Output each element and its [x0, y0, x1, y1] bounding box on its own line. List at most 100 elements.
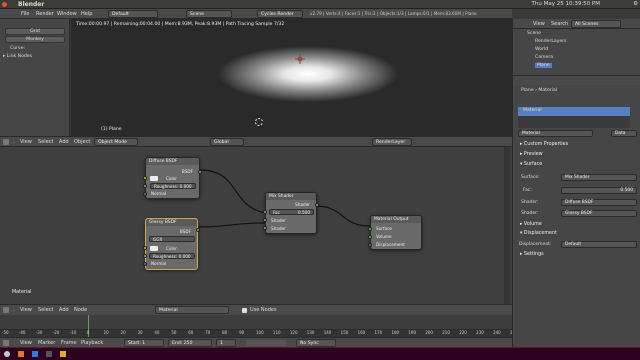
vp-menu-add[interactable]: Add [59, 139, 69, 145]
mix-fac-socket[interactable] [263, 210, 267, 214]
outliner-camera[interactable]: Camera [535, 55, 553, 60]
timeline-type-icon[interactable] [3, 340, 9, 346]
glossy-roughness-field[interactable]: Roughness: 0.000 [149, 253, 195, 259]
custom-properties-panel[interactable]: ▸ Custom Properties [515, 142, 639, 150]
scene-selector[interactable]: Scene [186, 10, 232, 18]
ne-menu-view[interactable]: View [20, 307, 32, 313]
material-slot-list[interactable] [518, 116, 630, 128]
outliner-menu-view[interactable]: View [533, 21, 545, 27]
use-nodes-checkbox[interactable] [242, 308, 247, 313]
displacement-field[interactable]: Default [561, 241, 637, 248]
diffuse-bsdf-output-socket[interactable] [198, 170, 202, 174]
vp-menu-view[interactable]: View [20, 139, 32, 145]
dash-icon[interactable] [4, 351, 10, 357]
glossy-distribution-dropdown[interactable]: GGX [149, 236, 195, 242]
tl-menu-view[interactable]: View [20, 340, 32, 346]
settings-icon[interactable]: ⚙ [633, 1, 638, 7]
output-volume-socket[interactable] [368, 235, 372, 239]
files-icon[interactable] [32, 351, 38, 357]
material-link-data[interactable]: Data [611, 130, 637, 137]
vp-menu-select[interactable]: Select [38, 139, 53, 145]
material-datablock[interactable]: Material [155, 306, 229, 314]
volume-panel[interactable]: ▸ Volume [515, 222, 639, 230]
render-layer-selector[interactable]: RenderLayer [372, 138, 412, 146]
glossy-normal-socket[interactable] [143, 262, 147, 266]
ne-menu-add[interactable]: Add [59, 307, 69, 313]
outliner-world[interactable]: World [535, 47, 548, 52]
orientation-selector[interactable]: Global [210, 138, 244, 146]
mode-selector[interactable]: Object Mode [94, 138, 138, 146]
3d-viewport[interactable]: Time:00:00.97 | Remaining:00:04.00 | Mem… [71, 19, 512, 136]
firefox-icon[interactable] [18, 351, 24, 357]
ne-menu-node[interactable]: Node [74, 307, 87, 313]
outliner-scene[interactable]: Scene [527, 31, 541, 36]
glossy-color-swatch[interactable] [150, 246, 158, 251]
glossy-bsdf-output-socket[interactable] [196, 228, 200, 232]
diffuse-roughness-socket[interactable] [143, 184, 147, 188]
add-monkey-button[interactable]: Monkey [5, 36, 65, 43]
material-name-field[interactable]: Material [518, 130, 593, 137]
link-nodes-panel[interactable]: ▸ Link Nodes [3, 54, 32, 59]
diffuse-roughness-field[interactable]: Roughness: 0.000 [150, 183, 196, 189]
vp-menu-object[interactable]: Object [74, 139, 90, 145]
menu-window[interactable]: Window [57, 11, 77, 17]
timeline[interactable]: -50 -40 -30 -20 -10 0 10 20 30 40 50 60 70 80 90 100 110… [0, 315, 518, 337]
terminal-icon[interactable] [46, 351, 52, 357]
displacement-panel[interactable]: ▾ Displacement [515, 231, 639, 239]
mix-fac-field[interactable]: Fac 0.500 [269, 209, 314, 215]
menu-file[interactable]: File [21, 11, 29, 17]
mix-shader-node[interactable]: Mix Shader Shader Fac 0.500 Shader Shader [263, 192, 319, 234]
close-window-icon[interactable] [2, 2, 7, 7]
output-surface-socket[interactable] [368, 227, 372, 231]
layout-selector[interactable]: Default [108, 10, 158, 18]
glossy-bsdf-node[interactable]: Glossy BSDF BSDF GGX Color Roughness: 0.… [143, 218, 200, 270]
outliner-plane[interactable]: Plane [535, 63, 552, 68]
diffuse-bsdf-node[interactable]: Diffuse BSDF BSDF Color Roughness: 0.000… [143, 157, 202, 199]
material-output-node[interactable]: Material Output Surface Volume Displacem… [368, 215, 422, 250]
node-editor-scrollbar[interactable] [504, 147, 510, 304]
3d-cursor-icon[interactable] [254, 117, 264, 127]
shader1-field[interactable]: Diffuse BSDF [561, 199, 637, 206]
surface-shader-field[interactable]: Mix Shader [561, 174, 637, 181]
preview-panel[interactable]: ▸ Preview [515, 152, 639, 160]
render-engine-selector[interactable]: Cycles Render [257, 10, 303, 18]
diffuse-color-swatch[interactable] [150, 176, 158, 181]
timeline-tick: 220 [459, 330, 467, 335]
outliner-filter[interactable]: All Scenes [571, 20, 621, 28]
shader2-field[interactable]: Glossy BSDF [561, 210, 637, 217]
current-frame-field[interactable]: 1 [216, 339, 236, 347]
tl-menu-playback[interactable]: Playback [81, 340, 103, 346]
surface-panel[interactable]: ▾ Surface [515, 162, 639, 170]
properties-tabs[interactable] [513, 75, 640, 85]
tl-menu-frame[interactable]: Frame [61, 340, 77, 346]
ne-menu-select[interactable]: Select [38, 307, 53, 313]
editor-type-icon[interactable] [3, 139, 9, 145]
start-frame-field[interactable]: Start: 1 [124, 339, 164, 347]
outliner-menu-search[interactable]: Search [551, 21, 568, 27]
start-frame-value: 1 [142, 341, 146, 346]
mix-shader2-socket[interactable] [263, 226, 267, 230]
settings-panel[interactable]: ▸ Settings [515, 252, 639, 260]
menu-help[interactable]: Help [81, 11, 92, 17]
system-clock[interactable]: Thu May 25 10:39:50 PM [532, 1, 600, 7]
menu-render[interactable]: Render [36, 11, 54, 17]
blender-icon[interactable] [60, 351, 66, 357]
tl-menu-marker[interactable]: Marker [38, 340, 55, 346]
mix-shader1-socket[interactable] [263, 218, 267, 222]
outliner-renderlayers[interactable]: RenderLayers [535, 39, 567, 44]
fac-field[interactable]: 0.500 [561, 187, 637, 194]
lamp-icon[interactable] [295, 54, 305, 64]
mix-shader-output-socket[interactable] [315, 203, 319, 207]
node-editor-type-icon[interactable] [3, 307, 9, 313]
add-grid-button[interactable]: Grid [5, 28, 65, 35]
node-editor[interactable]: Diffuse BSDF BSDF Color Roughness: 0.000… [0, 147, 512, 304]
glossy-color-socket[interactable] [143, 246, 147, 250]
glossy-roughness-socket[interactable] [143, 254, 147, 258]
end-frame-field[interactable]: End: 250 [168, 339, 212, 347]
diffuse-color-socket[interactable] [143, 176, 147, 180]
diffuse-normal-socket[interactable] [143, 192, 147, 196]
output-displacement-socket[interactable] [368, 243, 372, 247]
material-slot[interactable]: Material [518, 107, 630, 116]
playback-controls[interactable] [246, 340, 286, 346]
sync-mode-selector[interactable]: No Sync [296, 339, 336, 347]
